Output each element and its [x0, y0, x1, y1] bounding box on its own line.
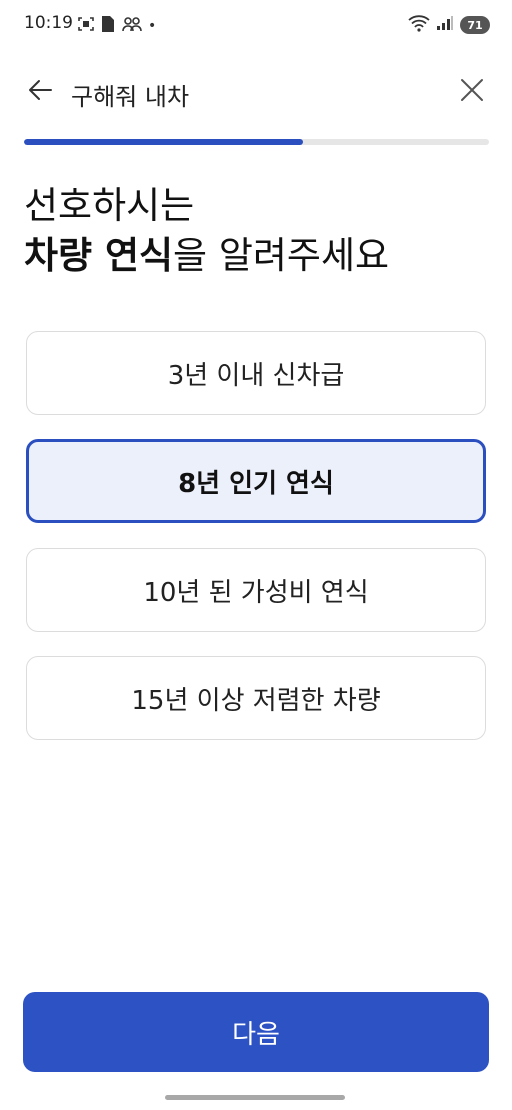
status-bar: 10:19 • 71: [0, 0, 512, 50]
home-indicator: [165, 1095, 345, 1100]
notification-dot: •: [148, 18, 157, 34]
wifi-icon: [408, 14, 430, 36]
signal-icon: [436, 15, 454, 35]
progress-fill: [24, 139, 303, 145]
option-15-years[interactable]: 15년 이상 저렴한 차량: [26, 656, 486, 740]
option-3-years[interactable]: 3년 이내 신차급: [26, 331, 486, 415]
heading-rest: 을 알려주세요: [173, 234, 390, 277]
option-8-years[interactable]: 8년 인기 연식: [26, 439, 486, 523]
arrow-left-icon[interactable]: [24, 74, 56, 106]
progress-bar: [24, 139, 489, 145]
heading-line-1: 선호하시는: [24, 184, 195, 227]
heading-highlight: 차량 연식: [24, 234, 174, 277]
status-left-icons: •: [78, 15, 156, 37]
heading-line-2: 차량 연식을 알려주세요: [24, 231, 389, 281]
status-right-icons: 71: [408, 14, 490, 36]
battery-icon: 71: [460, 16, 490, 34]
app-title: 구해줘 내차: [71, 83, 190, 111]
people-icon: [122, 16, 142, 36]
sim-icon: [100, 15, 116, 37]
app-bar: 구해줘 내차: [0, 60, 512, 120]
next-button[interactable]: 다음: [23, 992, 489, 1072]
close-icon[interactable]: [456, 74, 488, 106]
status-time: 10:19: [24, 13, 73, 33]
page-heading: 선호하시는 차량 연식을 알려주세요: [24, 181, 389, 281]
option-10-years[interactable]: 10년 된 가성비 연식: [26, 548, 486, 632]
screenshot-icon: [78, 16, 94, 36]
